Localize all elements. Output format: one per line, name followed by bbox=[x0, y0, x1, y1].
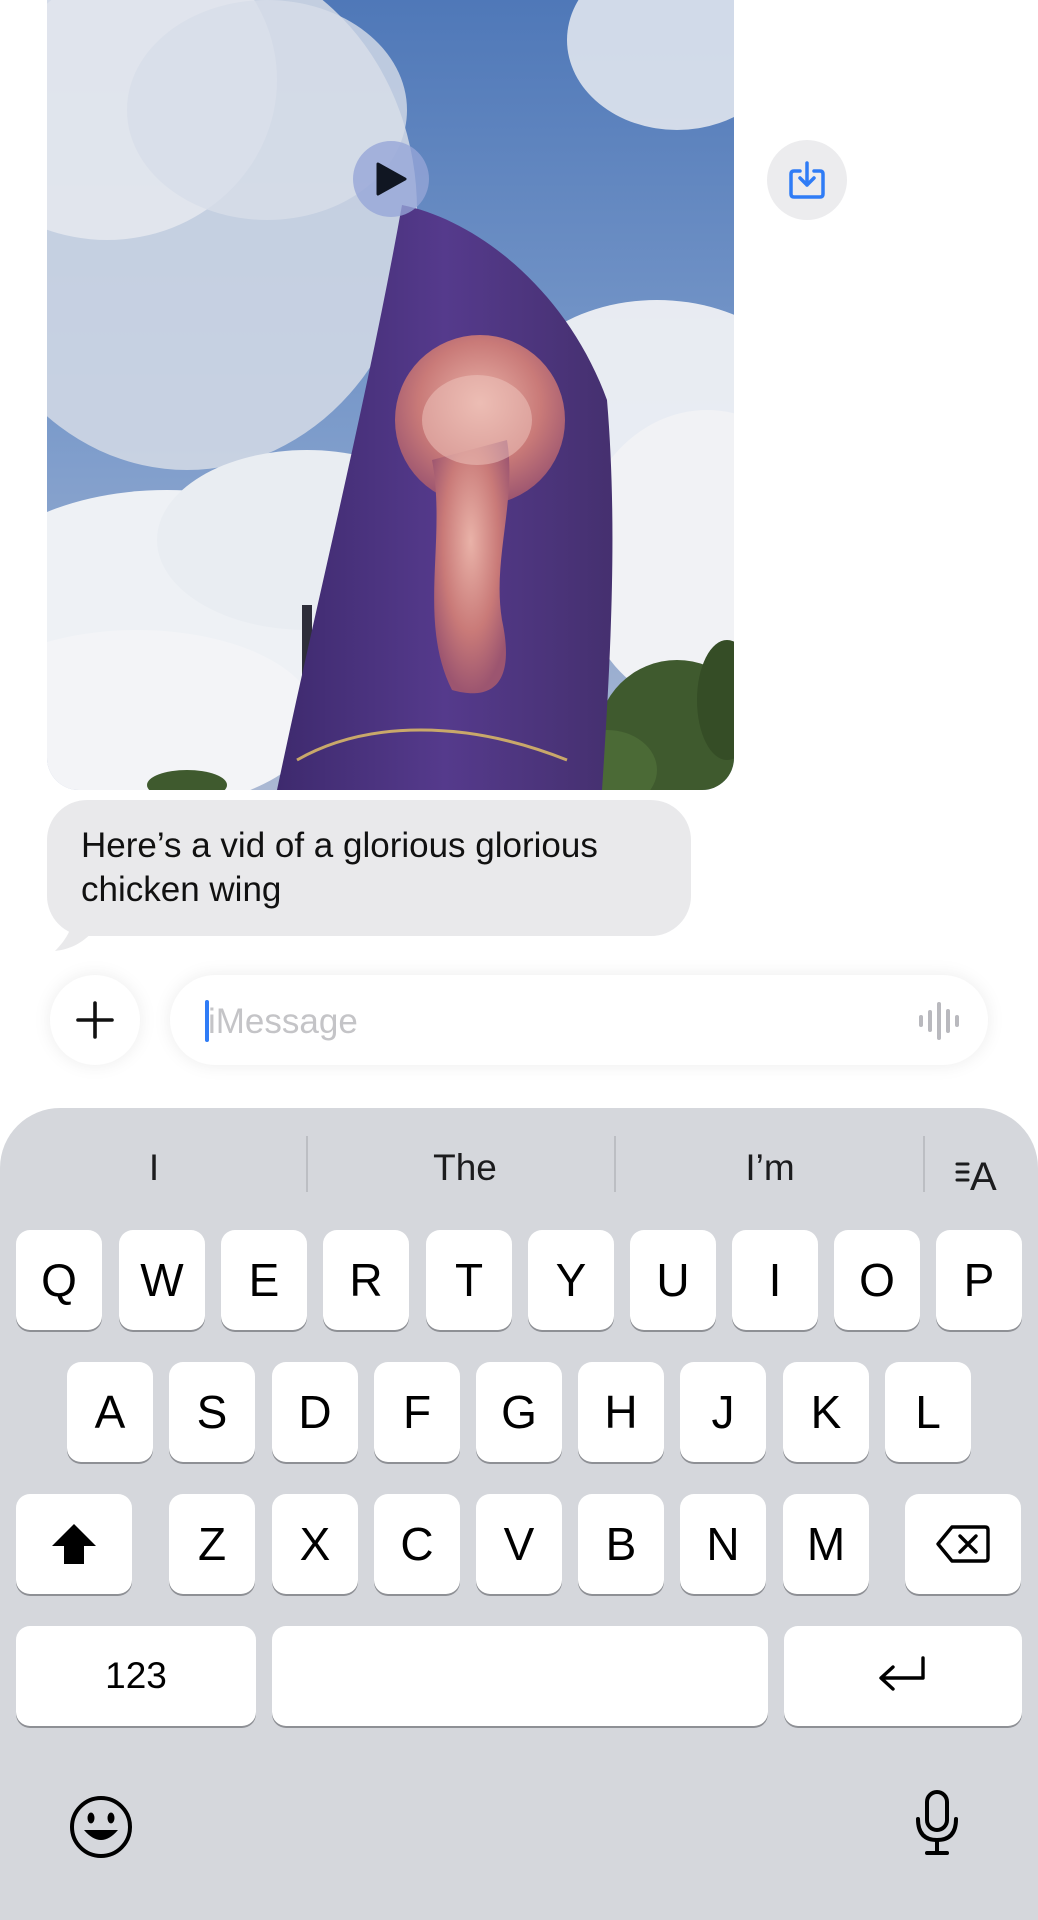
emoji-icon[interactable] bbox=[68, 1794, 134, 1860]
space-key[interactable] bbox=[272, 1626, 768, 1726]
key-t[interactable]: T bbox=[426, 1230, 512, 1330]
key-q[interactable]: Q bbox=[16, 1230, 102, 1330]
key-a[interactable]: A bbox=[67, 1362, 153, 1462]
apps-plus-button[interactable] bbox=[50, 975, 140, 1065]
play-button[interactable] bbox=[353, 141, 429, 217]
key-b[interactable]: B bbox=[578, 1494, 664, 1594]
suggestion-divider bbox=[614, 1136, 616, 1192]
key-f[interactable]: F bbox=[374, 1362, 460, 1462]
backspace-icon bbox=[936, 1525, 990, 1563]
key-k[interactable]: K bbox=[783, 1362, 869, 1462]
key-y[interactable]: Y bbox=[528, 1230, 614, 1330]
plus-icon bbox=[76, 1001, 114, 1039]
save-to-photos-icon bbox=[789, 161, 825, 199]
microphone-icon[interactable] bbox=[914, 1789, 960, 1857]
key-z[interactable]: Z bbox=[169, 1494, 255, 1594]
key-r[interactable]: R bbox=[323, 1230, 409, 1330]
video-thumbnail bbox=[47, 0, 734, 790]
return-key[interactable] bbox=[784, 1626, 1022, 1726]
writing-tools-icon[interactable]: A bbox=[955, 1150, 1007, 1194]
save-video-button[interactable] bbox=[767, 140, 847, 220]
key-e[interactable]: E bbox=[221, 1230, 307, 1330]
suggestion-divider bbox=[306, 1136, 308, 1192]
suggestion-3[interactable]: I’m bbox=[650, 1138, 890, 1198]
video-attachment[interactable] bbox=[47, 0, 734, 790]
key-j[interactable]: J bbox=[680, 1362, 766, 1462]
key-s[interactable]: S bbox=[169, 1362, 255, 1462]
key-c[interactable]: C bbox=[374, 1494, 460, 1594]
key-h[interactable]: H bbox=[578, 1362, 664, 1462]
message-text: Here’s a vid of a glorious glorious chic… bbox=[81, 826, 598, 909]
key-v[interactable]: V bbox=[476, 1494, 562, 1594]
key-u[interactable]: U bbox=[630, 1230, 716, 1330]
return-icon bbox=[879, 1656, 925, 1691]
shift-icon bbox=[52, 1524, 96, 1564]
key-d[interactable]: D bbox=[272, 1362, 358, 1462]
play-icon bbox=[376, 162, 407, 196]
numbers-key[interactable]: 123 bbox=[16, 1626, 256, 1726]
delete-key[interactable] bbox=[905, 1494, 1021, 1594]
shift-key[interactable] bbox=[16, 1494, 132, 1594]
key-o[interactable]: O bbox=[834, 1230, 920, 1330]
suggestion-2[interactable]: The bbox=[345, 1138, 585, 1198]
key-l[interactable]: L bbox=[885, 1362, 971, 1462]
suggestion-1[interactable]: I bbox=[40, 1138, 268, 1198]
key-i[interactable]: I bbox=[732, 1230, 818, 1330]
suggestion-divider bbox=[923, 1136, 925, 1192]
key-g[interactable]: G bbox=[476, 1362, 562, 1462]
key-p[interactable]: P bbox=[936, 1230, 1022, 1330]
svg-text:A: A bbox=[970, 1155, 997, 1194]
message-input-placeholder: iMessage bbox=[208, 1002, 358, 1041]
key-m[interactable]: M bbox=[783, 1494, 869, 1594]
key-w[interactable]: W bbox=[119, 1230, 205, 1330]
key-x[interactable]: X bbox=[272, 1494, 358, 1594]
key-n[interactable]: N bbox=[680, 1494, 766, 1594]
waveform-icon[interactable] bbox=[918, 1002, 962, 1040]
